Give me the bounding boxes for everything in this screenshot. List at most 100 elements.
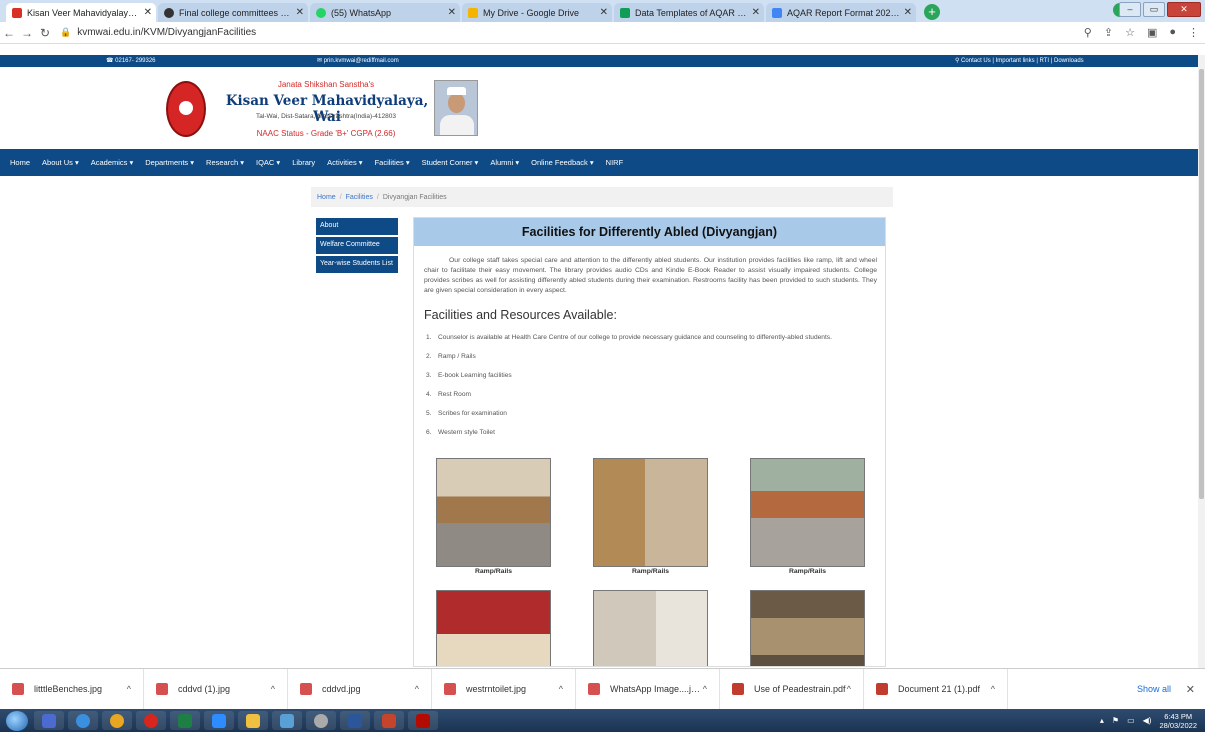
taskbar-app[interactable] <box>408 711 438 730</box>
start-button[interactable] <box>6 710 28 731</box>
taskbar-app[interactable] <box>340 711 370 730</box>
sidepanel-icon[interactable]: ▣ <box>1147 26 1157 39</box>
phone-number: ☎ 02167- 299326 <box>106 58 156 64</box>
download-item[interactable]: WhatsApp Image....jpeg ^ <box>576 668 720 710</box>
taskbar-app[interactable] <box>170 711 200 730</box>
nav-online-feedback[interactable]: Online Feedback ▾ <box>531 158 594 167</box>
scrollbar-thumb[interactable] <box>1199 69 1204 499</box>
maximize-icon[interactable]: ▭ <box>1143 2 1165 17</box>
sidebar-item-welfare-committee[interactable]: Welfare Committee <box>316 237 398 254</box>
browser-tab-drive[interactable]: My Drive - Google Drive ✕ <box>462 3 612 22</box>
url-field[interactable]: 🔒 kvmwai.edu.in/KVM/DivyangjanFacilities <box>60 27 256 38</box>
network-icon[interactable]: ▭ <box>1127 716 1135 725</box>
forward-icon[interactable]: → <box>18 26 36 40</box>
chevron-up-icon[interactable]: ^ <box>991 684 995 694</box>
zoom-icon <box>212 713 226 728</box>
taskbar-app[interactable] <box>34 711 64 730</box>
reload-icon[interactable]: ↻ <box>36 26 54 40</box>
nav-activities[interactable]: Activities ▾ <box>327 158 362 167</box>
kvm-favicon-icon <box>12 7 22 18</box>
download-item[interactable]: Document 21 (1).pdf ^ <box>864 668 1008 710</box>
browser-tab-templates[interactable]: Data Templates of AQAR 2020-2 ✕ <box>614 3 764 22</box>
taskbar-app[interactable] <box>306 711 336 730</box>
breadcrumb-home[interactable]: Home <box>317 194 336 201</box>
taskbar-app[interactable] <box>102 711 132 730</box>
browser-tab-kvm[interactable]: Kisan Veer Mahavidyalaya, Wai ✕ <box>6 3 156 22</box>
nav-academics[interactable]: Academics ▾ <box>91 158 134 167</box>
close-downloads-icon[interactable]: ✕ <box>1186 683 1195 696</box>
nav-student-corner[interactable]: Student Corner ▾ <box>422 158 479 167</box>
zoom-icon[interactable]: ⚲ <box>1084 26 1092 39</box>
new-tab-button[interactable]: + <box>924 4 940 20</box>
chevron-up-icon[interactable]: ^ <box>703 684 707 694</box>
chevron-up-icon[interactable]: ^ <box>415 684 419 694</box>
close-icon[interactable]: ✕ <box>752 7 760 18</box>
nav-about-us[interactable]: About Us ▾ <box>42 158 79 167</box>
topbar-links[interactable]: ⚲ Contact Us | Important links | RTI | D… <box>955 57 1084 64</box>
taskbar-app[interactable] <box>272 711 302 730</box>
browser-tab-committees[interactable]: Final college committees 2020-2 ✕ <box>158 3 308 22</box>
toilet-photo[interactable] <box>593 590 708 666</box>
nav-research[interactable]: Research ▾ <box>206 158 244 167</box>
browser-menu-icon[interactable]: ⋮ <box>1188 26 1199 39</box>
clock[interactable]: 6:43 PM 28/03/2022 <box>1159 712 1197 730</box>
download-item[interactable]: litttleBenches.jpg ^ <box>0 668 144 710</box>
nav-departments[interactable]: Departments ▾ <box>145 158 194 167</box>
taskbar-app[interactable] <box>136 711 166 730</box>
nav-library[interactable]: Library <box>292 158 315 167</box>
close-icon[interactable]: ✕ <box>144 7 152 18</box>
chevron-up-icon[interactable]: ^ <box>271 684 275 694</box>
back-icon[interactable]: ← <box>0 26 18 40</box>
site-header: Janata Shikshan Sanstha's Kisan Veer Mah… <box>0 67 1198 149</box>
nav-home[interactable]: Home <box>10 158 30 167</box>
sidebar-item-about[interactable]: About <box>316 218 398 235</box>
minimize-icon[interactable]: – <box>1119 2 1141 17</box>
chevron-up-icon[interactable]: ^ <box>559 684 563 694</box>
ramp-photo[interactable] <box>593 458 708 567</box>
ramp-photo[interactable] <box>750 458 865 567</box>
taskbar-app[interactable] <box>204 711 234 730</box>
breadcrumb-facilities[interactable]: Facilities <box>346 194 373 201</box>
close-icon[interactable]: ✕ <box>600 7 608 18</box>
share-icon[interactable]: ⇪ <box>1104 26 1113 39</box>
tray-arrow-icon[interactable]: ▴ <box>1100 716 1104 725</box>
download-item[interactable]: cddvd.jpg ^ <box>288 668 432 710</box>
browser-tab-whatsapp[interactable]: (55) WhatsApp ✕ <box>310 3 460 22</box>
nav-alumni[interactable]: Alumni ▾ <box>490 158 519 167</box>
nav-facilities[interactable]: Facilities ▾ <box>375 158 410 167</box>
taskbar-app[interactable] <box>68 711 98 730</box>
flag-icon[interactable]: ⚑ <box>1112 716 1119 725</box>
email-link[interactable]: ✉ prin.kvmwai@rediffmail.com <box>317 57 399 64</box>
volume-icon[interactable]: ◀) <box>1143 716 1152 725</box>
benches-photo[interactable] <box>750 590 865 666</box>
profile-avatar-icon[interactable]: ● <box>1169 26 1176 39</box>
nav-nirf[interactable]: NIRF <box>606 158 624 167</box>
close-icon[interactable]: ✕ <box>904 7 912 18</box>
sidebar-item-students-list[interactable]: Year-wise Students List <box>316 256 398 273</box>
bookmark-star-icon[interactable]: ☆ <box>1125 26 1135 39</box>
pdf-file-icon <box>876 683 888 695</box>
page-scrollbar[interactable] <box>1198 55 1205 668</box>
main-navigation: Home About Us ▾ Academics ▾ Departments … <box>0 149 1198 176</box>
download-item[interactable]: cddvd (1).jpg ^ <box>144 668 288 710</box>
image-file-icon <box>156 683 168 695</box>
taskbar-app[interactable] <box>238 711 268 730</box>
chevron-up-icon[interactable]: ^ <box>127 684 131 694</box>
close-icon[interactable]: ✕ <box>448 7 456 18</box>
opera-icon <box>144 713 158 728</box>
window-close-icon[interactable]: ✕ <box>1167 2 1201 17</box>
rest-room-photo[interactable] <box>436 590 551 666</box>
college-logo[interactable] <box>166 81 206 137</box>
window-controls: – ▭ ✕ <box>1119 2 1201 17</box>
close-icon[interactable]: ✕ <box>296 7 304 18</box>
nav-iqac[interactable]: IQAC ▾ <box>256 158 280 167</box>
browser-tab-aqar[interactable]: AQAR Report Format 2020 for D ✕ <box>766 3 916 22</box>
ramp-photo[interactable] <box>436 458 551 567</box>
breadcrumb: Home / Facilities / Divyangjan Facilitie… <box>311 187 893 207</box>
chevron-up-icon[interactable]: ^ <box>847 684 851 694</box>
download-item[interactable]: Use of Peadestrain.pdf ^ <box>720 668 864 710</box>
download-item[interactable]: westrntoilet.jpg ^ <box>432 668 576 710</box>
show-all-downloads-button[interactable]: Show all <box>1137 684 1171 694</box>
society-name: Janata Shikshan Sanstha's <box>277 80 375 89</box>
taskbar-app[interactable] <box>374 711 404 730</box>
